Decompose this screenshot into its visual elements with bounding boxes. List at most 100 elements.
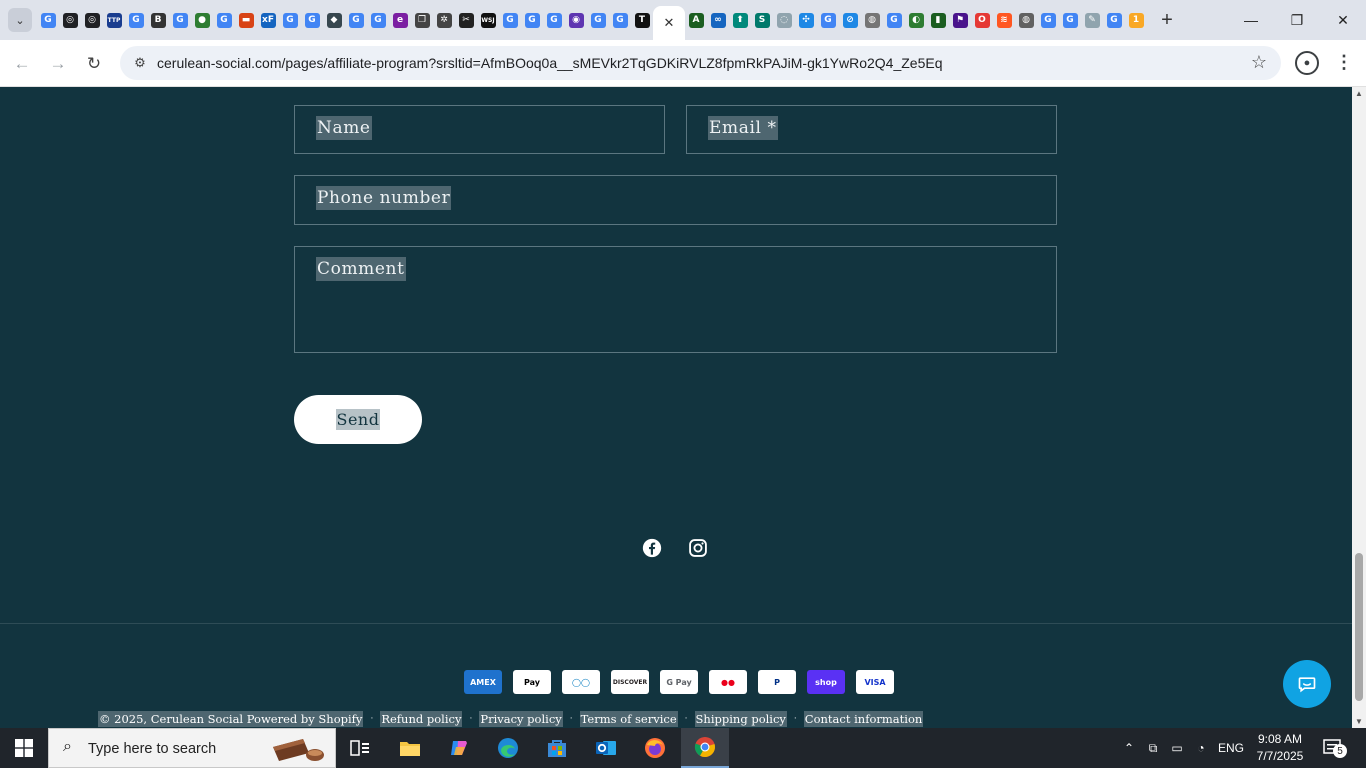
tab[interactable]: ⬆	[729, 0, 751, 40]
tab-active[interactable]: ✕	[653, 6, 685, 40]
tab[interactable]: 1	[1125, 0, 1147, 40]
tab[interactable]: G	[367, 0, 389, 40]
url-text[interactable]: cerulean-social.com/pages/affiliate-prog…	[157, 55, 943, 71]
edge-icon[interactable]	[484, 728, 532, 768]
tab[interactable]: G	[1037, 0, 1059, 40]
tab[interactable]: G	[521, 0, 543, 40]
tab[interactable]: T	[631, 0, 653, 40]
tab[interactable]: G	[587, 0, 609, 40]
tab[interactable]: ●	[191, 0, 213, 40]
tab[interactable]: ◌	[773, 0, 795, 40]
wifi-icon[interactable]: ◔	[1190, 728, 1212, 768]
tab[interactable]: G	[213, 0, 235, 40]
copilot-icon[interactable]	[435, 728, 483, 768]
task-view-button[interactable]	[336, 728, 384, 768]
name-field[interactable]: Name	[294, 105, 665, 154]
new-tab-button[interactable]: +	[1153, 0, 1181, 40]
tab[interactable]: G	[609, 0, 631, 40]
phone-field[interactable]: Phone number	[294, 175, 1057, 225]
tab[interactable]: G	[499, 0, 521, 40]
meet-now-icon[interactable]: ⧉	[1142, 728, 1164, 768]
tab[interactable]: ✂	[455, 0, 477, 40]
bookmark-star-icon[interactable]: ☆	[1251, 52, 1267, 73]
tab[interactable]: A	[685, 0, 707, 40]
tab[interactable]: ⊘	[839, 0, 861, 40]
tab[interactable]: e	[389, 0, 411, 40]
profile-icon[interactable]: ●	[1295, 51, 1319, 75]
tab-search-button[interactable]: ⌄	[8, 8, 32, 32]
menu-icon[interactable]: ⋮	[1335, 52, 1353, 73]
reload-button[interactable]: ↻	[82, 52, 106, 76]
tab[interactable]: G	[817, 0, 839, 40]
clock[interactable]: 9:08 AM 7/7/2025	[1252, 731, 1308, 765]
tab[interactable]: ◎	[81, 0, 103, 40]
google-icon: G	[502, 12, 518, 28]
tab[interactable]: ▮	[927, 0, 949, 40]
tab[interactable]: B	[147, 0, 169, 40]
site-info-icon[interactable]: ⚙	[128, 51, 152, 75]
notification-center-icon[interactable]: 5	[1323, 738, 1347, 758]
tab[interactable]: ◆	[323, 0, 345, 40]
tab[interactable]: G	[1103, 0, 1125, 40]
tab[interactable]: G	[37, 0, 59, 40]
tab[interactable]: ≋	[993, 0, 1015, 40]
tab[interactable]: O	[971, 0, 993, 40]
tab[interactable]: TTP	[103, 0, 125, 40]
tab[interactable]: xF	[257, 0, 279, 40]
email-field[interactable]: Email *	[686, 105, 1057, 154]
scroll-thumb[interactable]	[1355, 553, 1363, 701]
taskbar-search[interactable]: ⌕ Type here to search	[48, 728, 336, 768]
comment-field[interactable]: Comment	[294, 246, 1057, 353]
instagram-icon[interactable]	[686, 536, 710, 560]
footer-link-terms[interactable]: Terms of service	[579, 711, 678, 727]
file-explorer-icon[interactable]	[386, 728, 434, 768]
address-bar[interactable]: ⚙ cerulean-social.com/pages/affiliate-pr…	[120, 46, 1281, 80]
tab[interactable]: ◐	[905, 0, 927, 40]
back-button[interactable]: ←	[10, 52, 34, 76]
tab[interactable]: G	[279, 0, 301, 40]
scroll-down-icon[interactable]: ▼	[1355, 717, 1363, 726]
facebook-icon[interactable]	[640, 536, 664, 560]
tab[interactable]: G	[883, 0, 905, 40]
tab[interactable]: WSJ	[477, 0, 499, 40]
footer-link-contact[interactable]: Contact information	[803, 711, 924, 727]
close-tab-icon[interactable]: ✕	[664, 15, 675, 31]
tab[interactable]: ❐	[411, 0, 433, 40]
start-button[interactable]	[0, 728, 48, 768]
tab[interactable]: G	[169, 0, 191, 40]
tab[interactable]: ✎	[1081, 0, 1103, 40]
footer-link-refund[interactable]: Refund policy	[380, 711, 463, 727]
forward-button[interactable]: →	[46, 52, 70, 76]
firefox-icon[interactable]	[631, 728, 679, 768]
store-icon[interactable]	[533, 728, 581, 768]
chat-button[interactable]	[1283, 660, 1331, 708]
tab[interactable]: ∞	[707, 0, 729, 40]
tab[interactable]: G	[301, 0, 323, 40]
tab[interactable]: ◍	[1015, 0, 1037, 40]
outlook-icon[interactable]	[582, 728, 630, 768]
page-scrollbar[interactable]: ▲ ▼	[1352, 87, 1366, 728]
scroll-up-icon[interactable]: ▲	[1355, 89, 1363, 98]
chrome-icon[interactable]	[681, 728, 729, 768]
show-hidden-icons-button[interactable]: ⌃	[1118, 728, 1140, 768]
restore-button[interactable]: ❐	[1274, 0, 1320, 40]
footer-link-privacy[interactable]: Privacy policy	[479, 711, 563, 727]
footer-link-shipping[interactable]: Shipping policy	[694, 711, 787, 727]
tab[interactable]: S	[751, 0, 773, 40]
tab[interactable]: ✲	[433, 0, 455, 40]
tab[interactable]: G	[543, 0, 565, 40]
tab[interactable]: G	[1059, 0, 1081, 40]
tab[interactable]: ◍	[861, 0, 883, 40]
send-button[interactable]: Send	[294, 395, 422, 444]
language-indicator[interactable]: ENG	[1214, 728, 1248, 768]
close-window-button[interactable]: ✕	[1320, 0, 1366, 40]
tab[interactable]: ◉	[565, 0, 587, 40]
tab[interactable]: ◎	[59, 0, 81, 40]
battery-icon[interactable]: ▭	[1166, 728, 1188, 768]
tab[interactable]: G	[125, 0, 147, 40]
tab[interactable]: G	[345, 0, 367, 40]
tab[interactable]: ▬	[235, 0, 257, 40]
tab[interactable]: ✣	[795, 0, 817, 40]
tab[interactable]: ⚑	[949, 0, 971, 40]
minimize-button[interactable]: —	[1228, 0, 1274, 40]
